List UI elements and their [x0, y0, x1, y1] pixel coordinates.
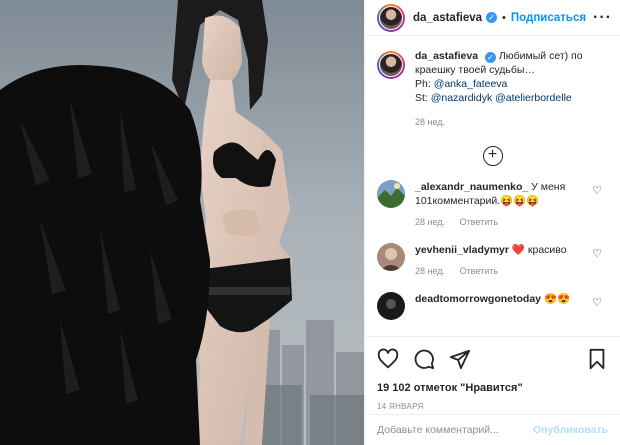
author-avatar[interactable] — [377, 3, 405, 32]
reply-button[interactable]: Ответить — [460, 266, 498, 276]
comment-like-heart-icon[interactable]: ♡ — [592, 247, 602, 260]
caption-username[interactable]: da_astafieva — [415, 50, 478, 62]
commenter-avatar[interactable] — [377, 180, 405, 208]
commenter-avatar[interactable] — [377, 292, 405, 320]
more-options-icon[interactable]: ··· — [593, 9, 612, 27]
caption-age: 28 нед. — [415, 117, 446, 127]
comment-item: _alexandr_naumenko_ У меня 101комментари… — [377, 180, 608, 229]
likes-count[interactable]: 19 102 отметок "Нравится" — [377, 382, 608, 394]
commenter-avatar[interactable] — [377, 243, 405, 271]
comment-like-heart-icon[interactable]: ♡ — [592, 184, 602, 197]
author-username[interactable]: da_astafieva — [413, 12, 482, 24]
post-sidebar: da_astafieva ✓ • Подписаться ··· da_asta… — [364, 0, 620, 445]
post-header: da_astafieva ✓ • Подписаться ··· — [365, 0, 620, 36]
follow-button[interactable]: Подписаться — [511, 12, 586, 24]
atelier-mention[interactable]: @atelierbordelle — [495, 92, 572, 104]
comment-meta: 28 нед. Ответить — [415, 264, 595, 278]
verified-badge-icon: ✓ — [484, 52, 496, 63]
photographer-label: Ph: — [415, 78, 431, 90]
post-date[interactable]: 14 ЯНВАРЯ — [377, 402, 608, 411]
comment-age: 28 нед. — [415, 266, 446, 276]
photographer-mention[interactable]: @anka_fateeva — [434, 78, 508, 90]
plus-circle-icon[interactable]: + — [482, 146, 503, 166]
comment-meta: 28 нед. Ответить — [415, 215, 595, 229]
caption-body: da_astafieva ✓ Любимый сет) по краешку т… — [415, 49, 608, 129]
comment-bubble-icon[interactable] — [413, 348, 435, 370]
comment-age: 28 нед. — [415, 217, 446, 227]
comment-username[interactable]: yevhenii_vladymyr — [415, 244, 509, 256]
add-comment-input[interactable] — [377, 424, 534, 436]
comment-body: yevhenii_vladymyr ❤️ красиво 28 нед. Отв… — [415, 243, 595, 278]
photo-illustration — [0, 0, 364, 445]
bookmark-icon[interactable] — [586, 348, 608, 370]
caption: da_astafieva ✓ Любимый сет) по краешку т… — [377, 49, 608, 129]
reply-button[interactable]: Ответить — [460, 217, 498, 227]
verified-badge-icon: ✓ — [486, 12, 498, 23]
action-icons — [377, 347, 608, 371]
post-photo[interactable] — [0, 0, 364, 445]
stylist-label: St: — [415, 92, 428, 104]
comment-text: ❤️ красиво — [511, 244, 567, 256]
add-comment-bar: Опубликовать — [365, 414, 620, 445]
comment-like-heart-icon[interactable]: ♡ — [592, 296, 602, 309]
comment-body: deadtomorrowgonetoday 😍😍 — [415, 292, 595, 320]
post-actions: 19 102 отметок "Нравится" 14 ЯНВАРЯ — [365, 336, 620, 411]
comment-username[interactable]: _alexandr_naumenko_ — [415, 181, 528, 193]
comment-item: deadtomorrowgonetoday 😍😍 ♡ — [377, 292, 608, 320]
heart-outline-icon[interactable] — [377, 348, 399, 370]
paper-plane-icon[interactable] — [449, 348, 471, 370]
stylist-mention[interactable]: @nazardidyk — [431, 92, 492, 104]
comment-body: _alexandr_naumenko_ У меня 101комментари… — [415, 180, 595, 229]
comment-username[interactable]: deadtomorrowgonetoday — [415, 293, 541, 305]
comment-item: yevhenii_vladymyr ❤️ красиво 28 нед. Отв… — [377, 243, 608, 278]
caption-author-avatar[interactable] — [377, 51, 405, 79]
comments-section[interactable]: da_astafieva ✓ Любимый сет) по краешку т… — [365, 37, 620, 336]
comment-text: 😍😍 — [543, 293, 571, 305]
separator-dot: • — [502, 11, 506, 24]
load-more-wrapper: + — [377, 146, 608, 166]
instagram-post: da_astafieva ✓ • Подписаться ··· da_asta… — [0, 0, 620, 445]
publish-button[interactable]: Опубликовать — [533, 424, 608, 436]
